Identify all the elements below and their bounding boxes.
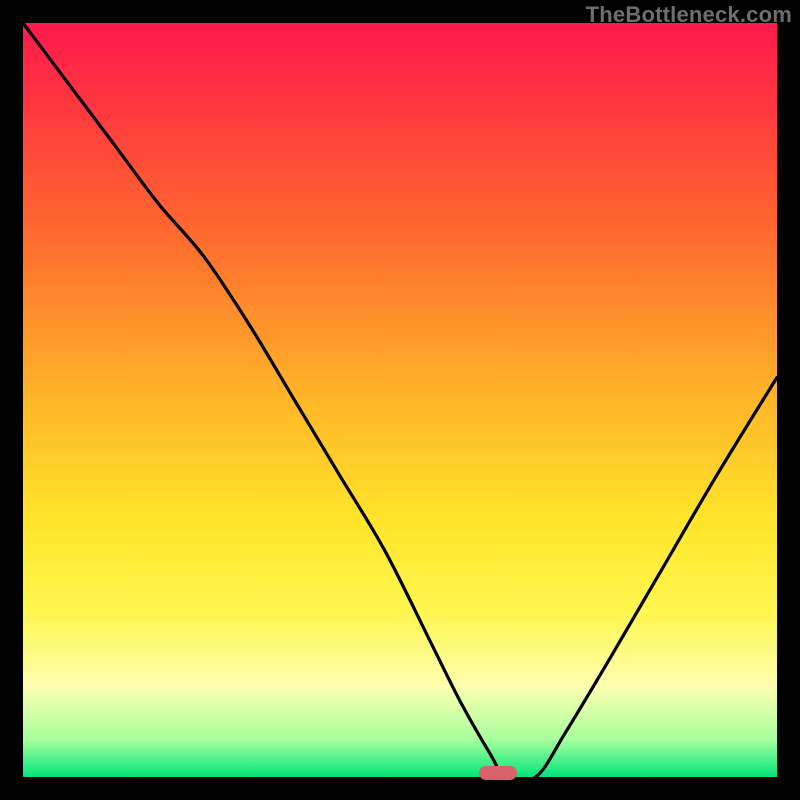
chart-frame: TheBottleneck.com <box>0 0 800 800</box>
watermark-text: TheBottleneck.com <box>586 2 792 28</box>
bottleneck-curve-path <box>23 23 777 777</box>
curve-svg <box>23 23 777 777</box>
optimal-marker <box>479 766 517 780</box>
plot-area <box>23 23 777 777</box>
